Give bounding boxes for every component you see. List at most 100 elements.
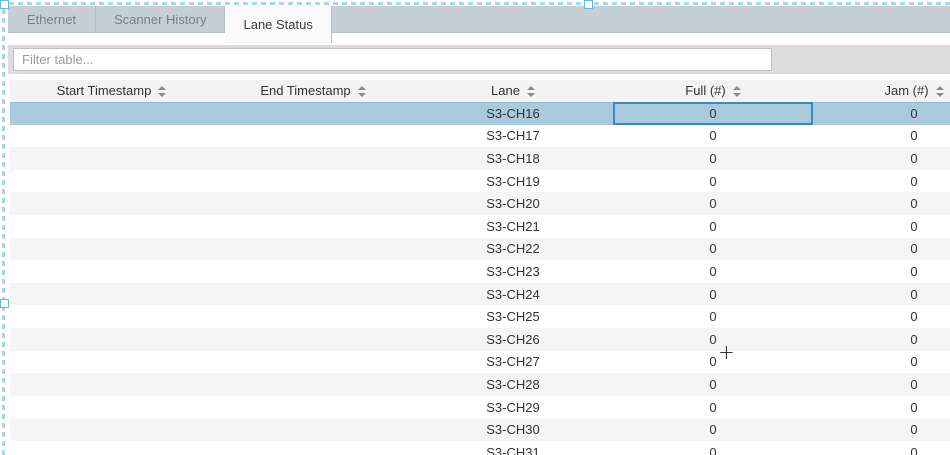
cell-lane[interactable]: S3-CH27	[413, 351, 613, 374]
cell-jam[interactable]: 0	[813, 305, 950, 328]
cell-lane[interactable]: S3-CH22	[413, 238, 613, 261]
cell-start[interactable]	[10, 102, 213, 125]
cell-full[interactable]: 0	[613, 192, 813, 215]
cell-full[interactable]: 0	[613, 125, 813, 148]
cell-end[interactable]	[213, 328, 413, 351]
cell-jam[interactable]: 0	[813, 102, 950, 125]
cell-end[interactable]	[213, 418, 413, 441]
cell-jam[interactable]: 0	[813, 373, 950, 396]
cell-lane[interactable]: S3-CH25	[413, 305, 613, 328]
table-row[interactable]: S3-CH3000	[10, 418, 950, 441]
table-row[interactable]: S3-CH2700	[10, 351, 950, 374]
cell-end[interactable]	[213, 396, 413, 419]
tab-scanner-history[interactable]: Scanner History	[96, 6, 225, 32]
cell-jam[interactable]: 0	[813, 283, 950, 306]
column-header-jam[interactable]: Jam (#)	[813, 80, 950, 102]
cell-end[interactable]	[213, 102, 413, 125]
cell-lane[interactable]: S3-CH31	[413, 441, 613, 455]
cell-jam[interactable]: 0	[813, 192, 950, 215]
table-row[interactable]: S3-CH1600	[10, 102, 950, 125]
cell-lane[interactable]: S3-CH24	[413, 283, 613, 306]
cell-end[interactable]	[213, 441, 413, 455]
table-row[interactable]: S3-CH2300	[10, 260, 950, 283]
cell-end[interactable]	[213, 215, 413, 238]
cell-start[interactable]	[10, 192, 213, 215]
table-row[interactable]: S3-CH2100	[10, 215, 950, 238]
cell-full[interactable]: 0	[613, 170, 813, 193]
cell-lane[interactable]: S3-CH29	[413, 396, 613, 419]
tab-lane-status[interactable]: Lane Status	[225, 6, 331, 43]
cell-jam[interactable]: 0	[813, 260, 950, 283]
cell-end[interactable]	[213, 192, 413, 215]
table-row[interactable]: S3-CH1800	[10, 147, 950, 170]
table-row[interactable]: S3-CH2900	[10, 396, 950, 419]
cell-full[interactable]: 0	[613, 283, 813, 306]
cell-full[interactable]: 0	[613, 260, 813, 283]
cell-full[interactable]: 0	[613, 102, 813, 125]
table-row[interactable]: S3-CH2800	[10, 373, 950, 396]
cell-jam[interactable]: 0	[813, 351, 950, 374]
cell-lane[interactable]: S3-CH19	[413, 170, 613, 193]
cell-lane[interactable]: S3-CH20	[413, 192, 613, 215]
cell-full[interactable]: 0	[613, 373, 813, 396]
table-row[interactable]: S3-CH1700	[10, 125, 950, 148]
cell-start[interactable]	[10, 396, 213, 419]
cell-start[interactable]	[10, 170, 213, 193]
table-row[interactable]: S3-CH2500	[10, 305, 950, 328]
cell-lane[interactable]: S3-CH30	[413, 418, 613, 441]
cell-jam[interactable]: 0	[813, 215, 950, 238]
cell-lane[interactable]: S3-CH16	[413, 102, 613, 125]
cell-jam[interactable]: 0	[813, 125, 950, 148]
cell-full[interactable]: 0	[613, 328, 813, 351]
cell-lane[interactable]: S3-CH23	[413, 260, 613, 283]
cell-end[interactable]	[213, 351, 413, 374]
cell-jam[interactable]: 0	[813, 170, 950, 193]
cell-end[interactable]	[213, 283, 413, 306]
cell-full[interactable]: 0	[613, 418, 813, 441]
cell-jam[interactable]: 0	[813, 418, 950, 441]
cell-full[interactable]: 0	[613, 147, 813, 170]
cell-start[interactable]	[10, 147, 213, 170]
cell-end[interactable]	[213, 305, 413, 328]
cell-end[interactable]	[213, 373, 413, 396]
cell-end[interactable]	[213, 147, 413, 170]
cell-start[interactable]	[10, 418, 213, 441]
cell-start[interactable]	[10, 260, 213, 283]
filter-input[interactable]	[13, 48, 772, 71]
cell-jam[interactable]: 0	[813, 238, 950, 261]
table-row[interactable]: S3-CH2000	[10, 192, 950, 215]
cell-start[interactable]	[10, 328, 213, 351]
selection-handle-top-mid[interactable]	[584, 0, 593, 9]
cell-start[interactable]	[10, 283, 213, 306]
cell-jam[interactable]: 0	[813, 441, 950, 455]
cell-lane[interactable]: S3-CH21	[413, 215, 613, 238]
cell-lane[interactable]: S3-CH26	[413, 328, 613, 351]
tab-ethernet[interactable]: Ethernet	[8, 6, 96, 32]
cell-start[interactable]	[10, 125, 213, 148]
cell-full[interactable]: 0	[613, 351, 813, 374]
column-header-end-timestamp[interactable]: End Timestamp	[213, 80, 413, 102]
cell-jam[interactable]: 0	[813, 396, 950, 419]
column-header-start-timestamp[interactable]: Start Timestamp	[10, 80, 213, 102]
cell-start[interactable]	[10, 351, 213, 374]
cell-end[interactable]	[213, 170, 413, 193]
cell-start[interactable]	[10, 373, 213, 396]
table-row[interactable]: S3-CH2200	[10, 238, 950, 261]
cell-lane[interactable]: S3-CH28	[413, 373, 613, 396]
cell-full[interactable]: 0	[613, 441, 813, 455]
table-row[interactable]: S3-CH2600	[10, 328, 950, 351]
column-header-full[interactable]: Full (#)	[613, 80, 813, 102]
cell-full[interactable]: 0	[613, 238, 813, 261]
column-header-lane[interactable]: Lane	[413, 80, 613, 102]
selection-handle-top-left[interactable]	[0, 0, 9, 9]
cell-start[interactable]	[10, 305, 213, 328]
cell-lane[interactable]: S3-CH18	[413, 147, 613, 170]
table-row[interactable]: S3-CH1900	[10, 170, 950, 193]
selection-handle-left-mid[interactable]	[0, 299, 9, 308]
cell-jam[interactable]: 0	[813, 328, 950, 351]
cell-start[interactable]	[10, 215, 213, 238]
cell-end[interactable]	[213, 125, 413, 148]
cell-jam[interactable]: 0	[813, 147, 950, 170]
cell-end[interactable]	[213, 238, 413, 261]
cell-full[interactable]: 0	[613, 396, 813, 419]
